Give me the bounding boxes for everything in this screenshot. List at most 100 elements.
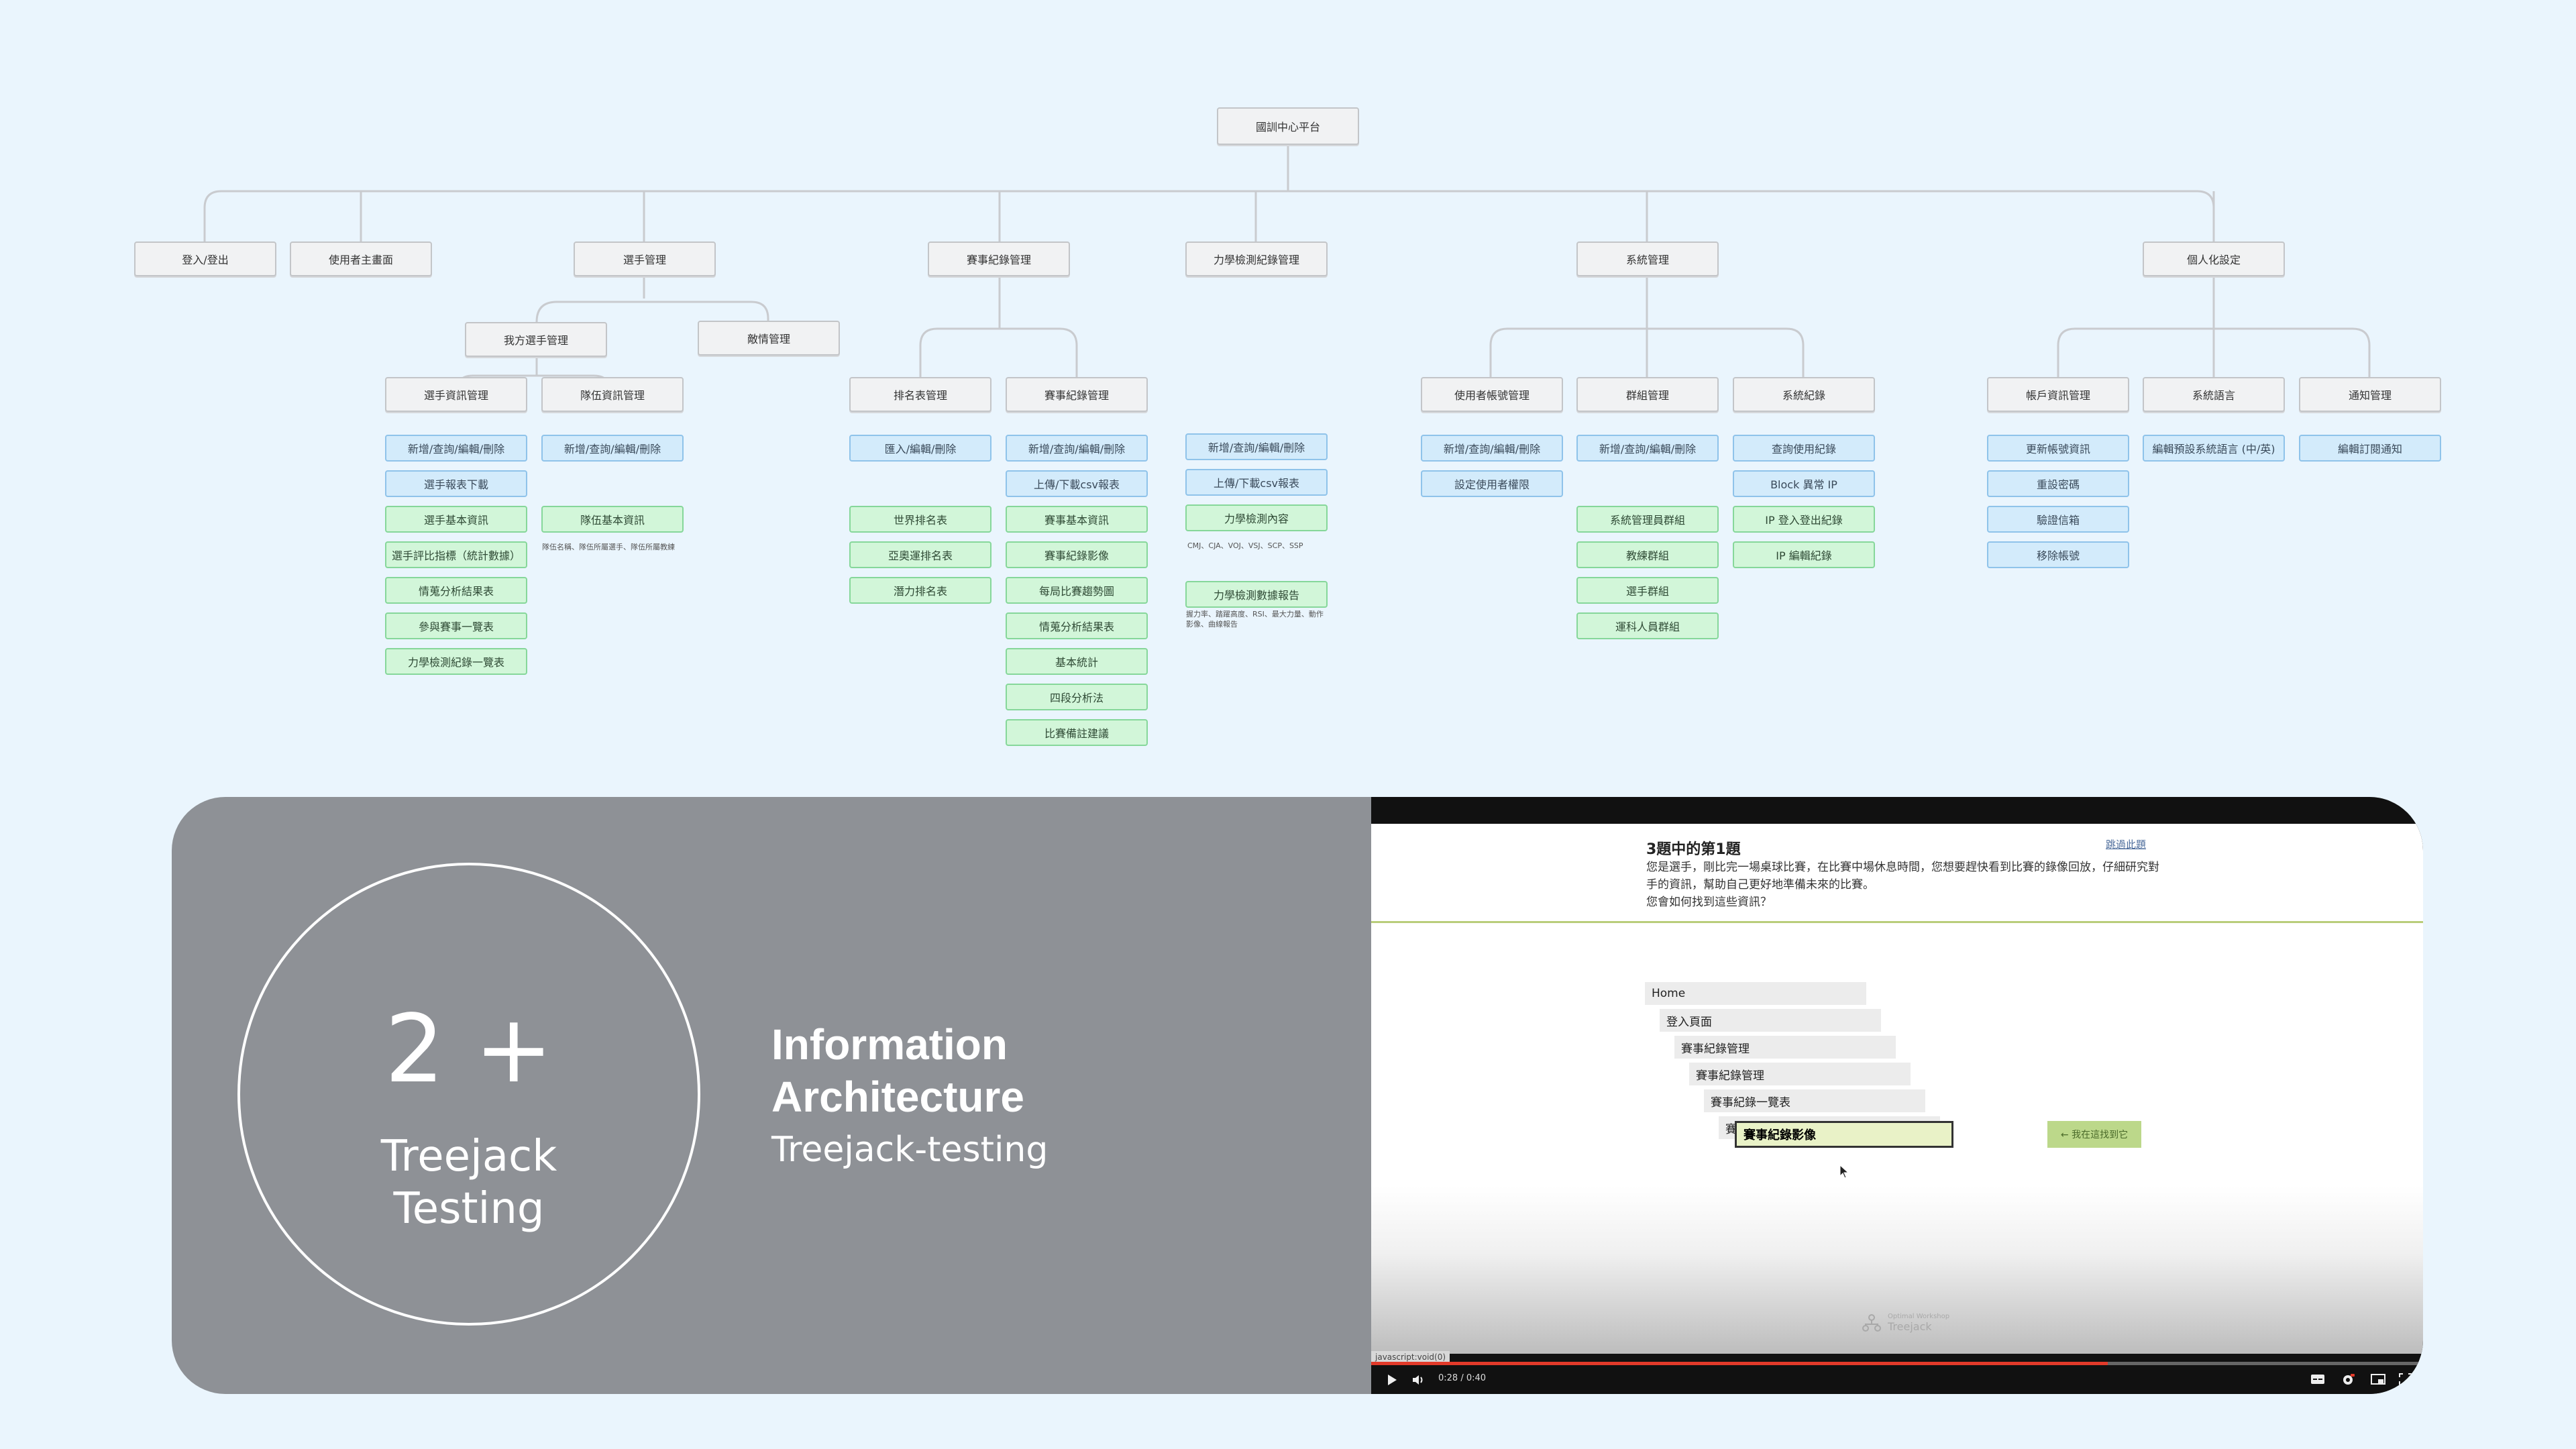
section-subtitle: Treejack-testing [771, 1130, 1049, 1170]
question-divider [1371, 921, 2423, 923]
settings-gear-icon[interactable] [2341, 1373, 2355, 1387]
tree-item[interactable]: 賽事紀錄管理 [1674, 1036, 1896, 1059]
mech-leaf: 力學檢測內容 [1185, 504, 1328, 531]
node-enemy: 敵情管理 [698, 321, 840, 356]
record-leaf: 四段分析法 [1006, 684, 1148, 710]
treejack-card: 2 + Treejack Testing Information Archite… [172, 797, 2423, 1394]
node-rank: 排名表管理 [849, 377, 991, 412]
group-leaf: 新增/查詢/編輯/刪除 [1576, 435, 1719, 462]
watermark-text: Treejack [1888, 1320, 1932, 1333]
log-leaf: Block 異常 IP [1733, 470, 1875, 497]
fullscreen-icon[interactable] [2399, 1373, 2412, 1385]
group-leaf: 教練群組 [1576, 541, 1719, 568]
team-info-leaf: 隊伍基本資訊 [541, 506, 684, 533]
node-our-players: 我方選手管理 [465, 322, 607, 357]
group-leaf: 選手群組 [1576, 577, 1719, 604]
step-number: 2 + [384, 995, 553, 1104]
captions-icon[interactable] [2310, 1373, 2325, 1385]
log-leaf: IP 編輯紀錄 [1733, 541, 1875, 568]
login-leaf [134, 435, 276, 470]
personal-account-leaf: 移除帳號 [1987, 541, 2129, 568]
team-info-leaf: 新增/查詢/編輯/刪除 [541, 435, 684, 462]
mech-content-note: CMJ、CJA、VOJ、VSJ、SCP、SSP [1187, 541, 1303, 550]
login-leaf [134, 541, 276, 576]
video-frame: 3題中的第1題 跳過此題 您是選手，剛比完一場桌球比賽，在比賽中場休息時間，您想… [1371, 824, 2423, 1354]
card-info-panel: 2 + Treejack Testing Information Archite… [172, 797, 1371, 1394]
node-system-mgmt: 系統管理 [1576, 241, 1719, 276]
node-language: 系統語言 [2143, 377, 2285, 412]
mouse-cursor-icon [1839, 1165, 1849, 1179]
node-group-mgmt: 群組管理 [1576, 377, 1719, 412]
player-info-leaf: 選手基本資訊 [385, 506, 527, 533]
question-body: 您是選手，剛比完一場桌球比賽，在比賽中場休息時間，您想要趕快看到比賽的錄像回放，… [1646, 859, 2169, 911]
player-info-leaf: 力學檢測紀錄一覽表 [385, 648, 527, 675]
node-account-mgmt: 使用者帳號管理 [1421, 377, 1563, 412]
treejack-watermark: Optimal Workshop Treejack [1861, 1312, 1949, 1334]
record-leaf: 賽事基本資訊 [1006, 506, 1148, 533]
play-icon[interactable] [1386, 1373, 1398, 1387]
personal-account-leaf: 更新帳號資訊 [1987, 435, 2129, 462]
player-info-leaf: 情蒐分析結果表 [385, 577, 527, 604]
sitemap-diagram: 國訓中心平台 登入/登出 使用者主畫面 選手管理 賽事紀錄管理 力學檢測紀錄管理… [0, 0, 2576, 778]
video-player[interactable]: 3題中的第1題 跳過此題 您是選手，剛比完一場桌球比賽，在比賽中場休息時間，您想… [1371, 797, 2423, 1394]
treejack-logo-icon [1862, 1314, 1881, 1332]
node-record: 賽事紀錄管理 [1006, 377, 1148, 412]
account-leaf: 新增/查詢/編輯/刪除 [1421, 435, 1563, 462]
notify-leaf: 編輯訂閱通知 [2299, 435, 2441, 462]
question-text: 您是選手，剛比完一場桌球比賽，在比賽中場休息時間，您想要趕快看到比賽的錄像回放，… [1646, 861, 2159, 892]
node-login: 登入/登出 [134, 241, 276, 276]
node-match-mgmt: 賽事紀錄管理 [928, 241, 1070, 276]
volume-icon[interactable] [1411, 1373, 1426, 1387]
player-info-leaf: 選手報表下載 [385, 470, 527, 497]
node-player-info: 選手資訊管理 [385, 377, 527, 412]
step-label-line-2: Testing [393, 1184, 545, 1234]
player-info-leaf: 參與賽事一覽表 [385, 612, 527, 639]
tree-item[interactable]: 賽事紀錄一覽表 [1704, 1089, 1925, 1112]
video-time: 0:28 / 0:40 [1438, 1373, 1487, 1383]
node-home: 使用者主畫面 [290, 241, 432, 276]
video-controls: 0:28 / 0:40 [1371, 1365, 2423, 1394]
group-leaf: 運科人員群組 [1576, 612, 1719, 639]
question-title: 3題中的第1題 [1646, 841, 1741, 858]
record-leaf: 新增/查詢/編輯/刪除 [1006, 435, 1148, 462]
step-label: Treejack Testing [240, 1130, 698, 1235]
record-leaf: 上傳/下載csv報表 [1006, 470, 1148, 497]
question-prompt: 您會如何找到這些資訊？ [1646, 896, 1772, 909]
group-leaf: 系統管理員群組 [1576, 506, 1719, 533]
rank-leaf: 潛力排名表 [849, 577, 991, 604]
node-personal: 個人化設定 [2143, 241, 2285, 276]
mech-leaf: 新增/查詢/編輯/刪除 [1185, 433, 1328, 460]
log-leaf: 查詢使用紀錄 [1733, 435, 1875, 462]
rank-leaf: 世界排名表 [849, 506, 991, 533]
step-circle: 2 + Treejack Testing [237, 863, 700, 1326]
personal-account-leaf: 重設密碼 [1987, 470, 2129, 497]
node-notify: 通知管理 [2299, 377, 2441, 412]
tree-item[interactable]: 登入頁面 [1660, 1009, 1881, 1032]
rank-leaf: 匯入/編輯/刪除 [849, 435, 991, 462]
tree-item[interactable]: Home [1645, 982, 1866, 1005]
player-info-leaf: 新增/查詢/編輯/刪除 [385, 435, 527, 462]
log-leaf: IP 登入登出紀錄 [1733, 506, 1875, 533]
watermark-small: Optimal Workshop [1888, 1313, 1950, 1320]
section-title-line-1: Information [771, 1020, 1008, 1069]
section-title-line-2: Architecture [771, 1073, 1024, 1121]
tree-item[interactable]: 賽事紀錄管理 [1689, 1063, 1911, 1085]
miniplayer-icon[interactable] [2371, 1373, 2385, 1385]
account-leaf: 設定使用者權限 [1421, 470, 1563, 497]
record-leaf: 基本統計 [1006, 648, 1148, 675]
section-title: Information Architecture [771, 1018, 1024, 1123]
step-label-line-1: Treejack [380, 1132, 557, 1181]
tree-selected-item[interactable]: 賽事紀錄影像 [1735, 1121, 1953, 1148]
record-leaf: 賽事紀錄影像 [1006, 541, 1148, 568]
node-team-info: 隊伍資訊管理 [541, 377, 684, 412]
record-leaf: 情蒐分析結果表 [1006, 612, 1148, 639]
record-leaf: 每局比賽趨勢圖 [1006, 577, 1148, 604]
team-info-note: 隊伍名稱、隊伍所屬選手、隊伍所屬教練 [542, 543, 675, 551]
node-personal-account: 帳戶資訊管理 [1987, 377, 2129, 412]
mech-report-note: 握力率、踏躍高度、RSI、最大力量、動作影像、曲線報告 [1186, 610, 1324, 629]
node-mech-mgmt: 力學檢測紀錄管理 [1185, 241, 1328, 276]
skip-question-link[interactable]: 跳過此題 [2106, 837, 2146, 851]
language-leaf: 編輯預設系統語言 (中/英) [2143, 435, 2285, 462]
found-it-button[interactable]: ← 我在這找到它 [2047, 1121, 2141, 1148]
mech-leaf: 力學檢測數據報告 [1185, 581, 1328, 608]
